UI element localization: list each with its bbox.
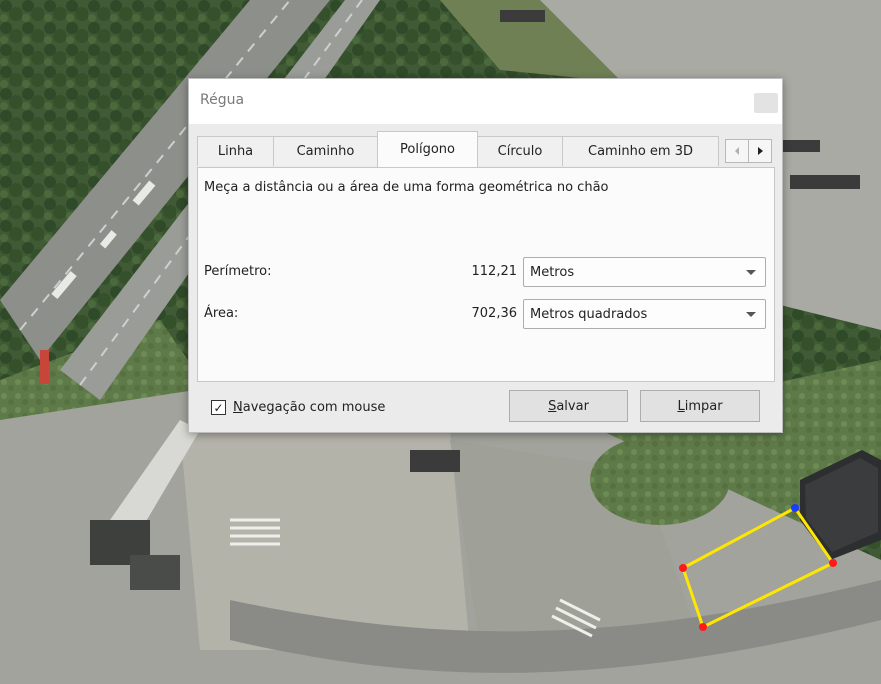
mnemonic-letter: N: [233, 400, 243, 415]
ruler-dialog: Régua Linha Caminho Polígono Círculo Cam…: [188, 78, 783, 433]
clear-button[interactable]: Limpar: [640, 390, 760, 422]
area-unit-select[interactable]: Metros quadrados: [523, 299, 766, 329]
tab-label: Caminho em 3D: [588, 144, 693, 159]
tab-caminho[interactable]: Caminho: [273, 136, 378, 166]
area-label: Área:: [204, 306, 239, 321]
perimeter-unit-select[interactable]: Metros: [523, 257, 766, 287]
scroll-right-icon: [758, 147, 763, 155]
tab-circulo[interactable]: Círculo: [477, 136, 563, 166]
perimeter-label: Perímetro:: [204, 264, 272, 279]
polygon-tab-panel: Meça a distância ou a área de uma forma …: [197, 167, 775, 382]
area-value: 702,36: [471, 306, 518, 321]
dialog-title: Régua: [200, 92, 245, 108]
scroll-left-icon: [735, 147, 739, 155]
tab-description: Meça a distância ou a área de uma forma …: [204, 180, 609, 195]
tab-label: Polígono: [400, 142, 455, 157]
tab-bar: Linha Caminho Polígono Círculo Caminho e…: [197, 131, 775, 167]
mnemonic-letter: L: [677, 398, 685, 414]
mouse-navigation-label[interactable]: Navegação com mouse: [233, 400, 385, 415]
button-label-rest: impar: [684, 398, 723, 414]
perimeter-unit-value: Metros: [530, 265, 575, 280]
close-button[interactable]: [754, 93, 778, 113]
area-unit-value: Metros quadrados: [530, 307, 648, 322]
label-rest: avegação com mouse: [242, 400, 386, 415]
button-label-rest: alvar: [556, 398, 589, 414]
tab-linha[interactable]: Linha: [197, 136, 274, 166]
tab-label: Caminho: [296, 144, 355, 159]
chevron-down-icon: [746, 312, 756, 317]
tab-label: Linha: [217, 144, 254, 159]
polygon-vertex[interactable]: [829, 559, 837, 567]
tab-scroll-left-button[interactable]: [725, 139, 749, 163]
title-bar[interactable]: Régua: [189, 79, 782, 124]
mouse-navigation-checkbox[interactable]: ✓: [211, 400, 226, 415]
save-button[interactable]: Salvar: [509, 390, 628, 422]
polygon-vertex[interactable]: [679, 564, 687, 572]
polygon-vertex[interactable]: [699, 623, 707, 631]
tab-scroll-right-button[interactable]: [748, 139, 772, 163]
tab-poligono[interactable]: Polígono: [377, 131, 478, 167]
checkmark-icon: ✓: [213, 400, 224, 415]
chevron-down-icon: [746, 270, 756, 275]
perimeter-value: 112,21: [471, 264, 518, 279]
mnemonic-letter: S: [548, 398, 557, 414]
tab-label: Círculo: [497, 144, 543, 159]
tab-caminho-3d[interactable]: Caminho em 3D: [562, 136, 719, 166]
polygon-vertex-active[interactable]: [791, 504, 799, 512]
